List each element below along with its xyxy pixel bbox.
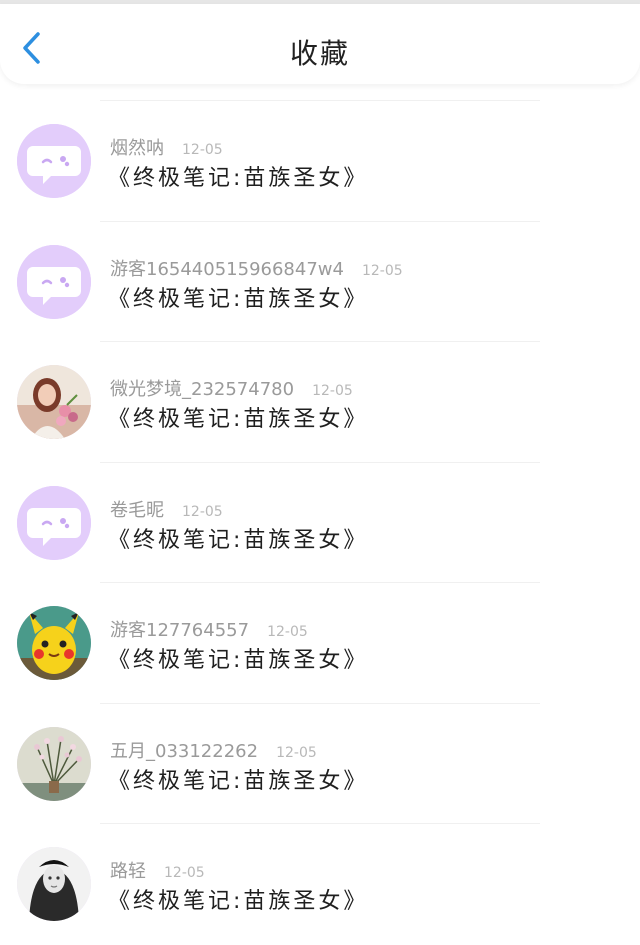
divider bbox=[100, 461, 540, 463]
chat-bubble-icon bbox=[17, 244, 91, 319]
user-name: 烟然呐 bbox=[110, 138, 164, 159]
book-title[interactable]: 《终极笔记:苗族圣女》 bbox=[108, 883, 368, 915]
divider bbox=[100, 220, 540, 222]
divider bbox=[100, 100, 540, 101]
list-item[interactable]: 五月_033122262 12-05 《终极笔记:苗族圣女》 bbox=[0, 702, 640, 824]
divider bbox=[100, 341, 540, 342]
divider bbox=[100, 702, 540, 704]
list-item[interactable]: 游客1654405159668​47w4 12-05 《终极笔记:苗族圣女》 bbox=[0, 220, 640, 342]
book-title[interactable]: 《终极笔记:苗族圣女》 bbox=[108, 642, 368, 674]
book-title[interactable]: 《终极笔记:苗族圣女》 bbox=[108, 763, 368, 795]
book-title[interactable]: 《终极笔记:苗族圣女》 bbox=[108, 401, 368, 433]
list-item[interactable]: 微光梦境_232574780 12-05 《终极笔记:苗族圣女》 bbox=[0, 341, 640, 462]
book-title[interactable]: 《终极笔记:苗族圣女》 bbox=[108, 160, 368, 192]
header: 收藏 bbox=[0, 4, 640, 84]
user-name: 游客1654405159668​47w4 bbox=[110, 258, 344, 280]
list-item[interactable]: 卷毛昵 12-05 《终极笔记:苗族圣女》 bbox=[0, 461, 640, 583]
chat-bubble-icon bbox=[17, 124, 91, 198]
chat-bubble-icon bbox=[17, 485, 91, 560]
avatar[interactable] bbox=[17, 244, 91, 319]
book-title[interactable]: 《终极笔记:苗族圣女》 bbox=[108, 281, 368, 313]
date: 12-05 bbox=[276, 744, 317, 761]
avatar[interactable] bbox=[17, 726, 91, 801]
date: 12-05 bbox=[361, 262, 403, 279]
user-name: 卷毛昵 bbox=[110, 499, 164, 521]
date: 12-05 bbox=[182, 142, 223, 158]
flower-vase-photo-icon bbox=[17, 726, 91, 801]
page-title: 收藏 bbox=[289, 37, 350, 70]
avatar[interactable] bbox=[17, 124, 91, 198]
user-name: 五月_033122262 bbox=[110, 740, 259, 762]
bw-portrait-photo-icon bbox=[17, 847, 91, 921]
book-title[interactable]: 《终极笔记:苗族圣女》 bbox=[108, 522, 368, 554]
avatar[interactable] bbox=[17, 606, 91, 680]
date: 12-05 bbox=[312, 383, 353, 399]
divider bbox=[100, 823, 540, 824]
avatar[interactable] bbox=[17, 365, 91, 439]
date: 12-05 bbox=[164, 865, 205, 881]
woman-with-flowers-photo-icon bbox=[17, 365, 91, 439]
pikachu-photo-icon bbox=[17, 606, 91, 680]
avatar[interactable] bbox=[17, 847, 91, 921]
avatar[interactable] bbox=[17, 485, 91, 560]
date: 12-05 bbox=[182, 503, 223, 520]
user-name: 路轻 bbox=[110, 861, 146, 882]
user-name: 微光梦境_232574780 bbox=[110, 379, 295, 400]
list-item[interactable]: 游客127764557 12-05 《终极笔记:苗族圣女》 bbox=[0, 582, 640, 703]
favorites-list: 烟然呐 12-05 《终极笔记:苗族圣女》 游客1654405159668​47… bbox=[0, 100, 640, 944]
list-item[interactable]: 烟然呐 12-05 《终极笔记:苗族圣女》 bbox=[0, 100, 640, 221]
divider bbox=[100, 582, 540, 583]
list-item[interactable]: 路轻 12-05 《终极笔记:苗族圣女》 bbox=[0, 823, 640, 944]
date: 12-05 bbox=[267, 624, 308, 640]
user-name: 游客127764557 bbox=[110, 620, 250, 641]
